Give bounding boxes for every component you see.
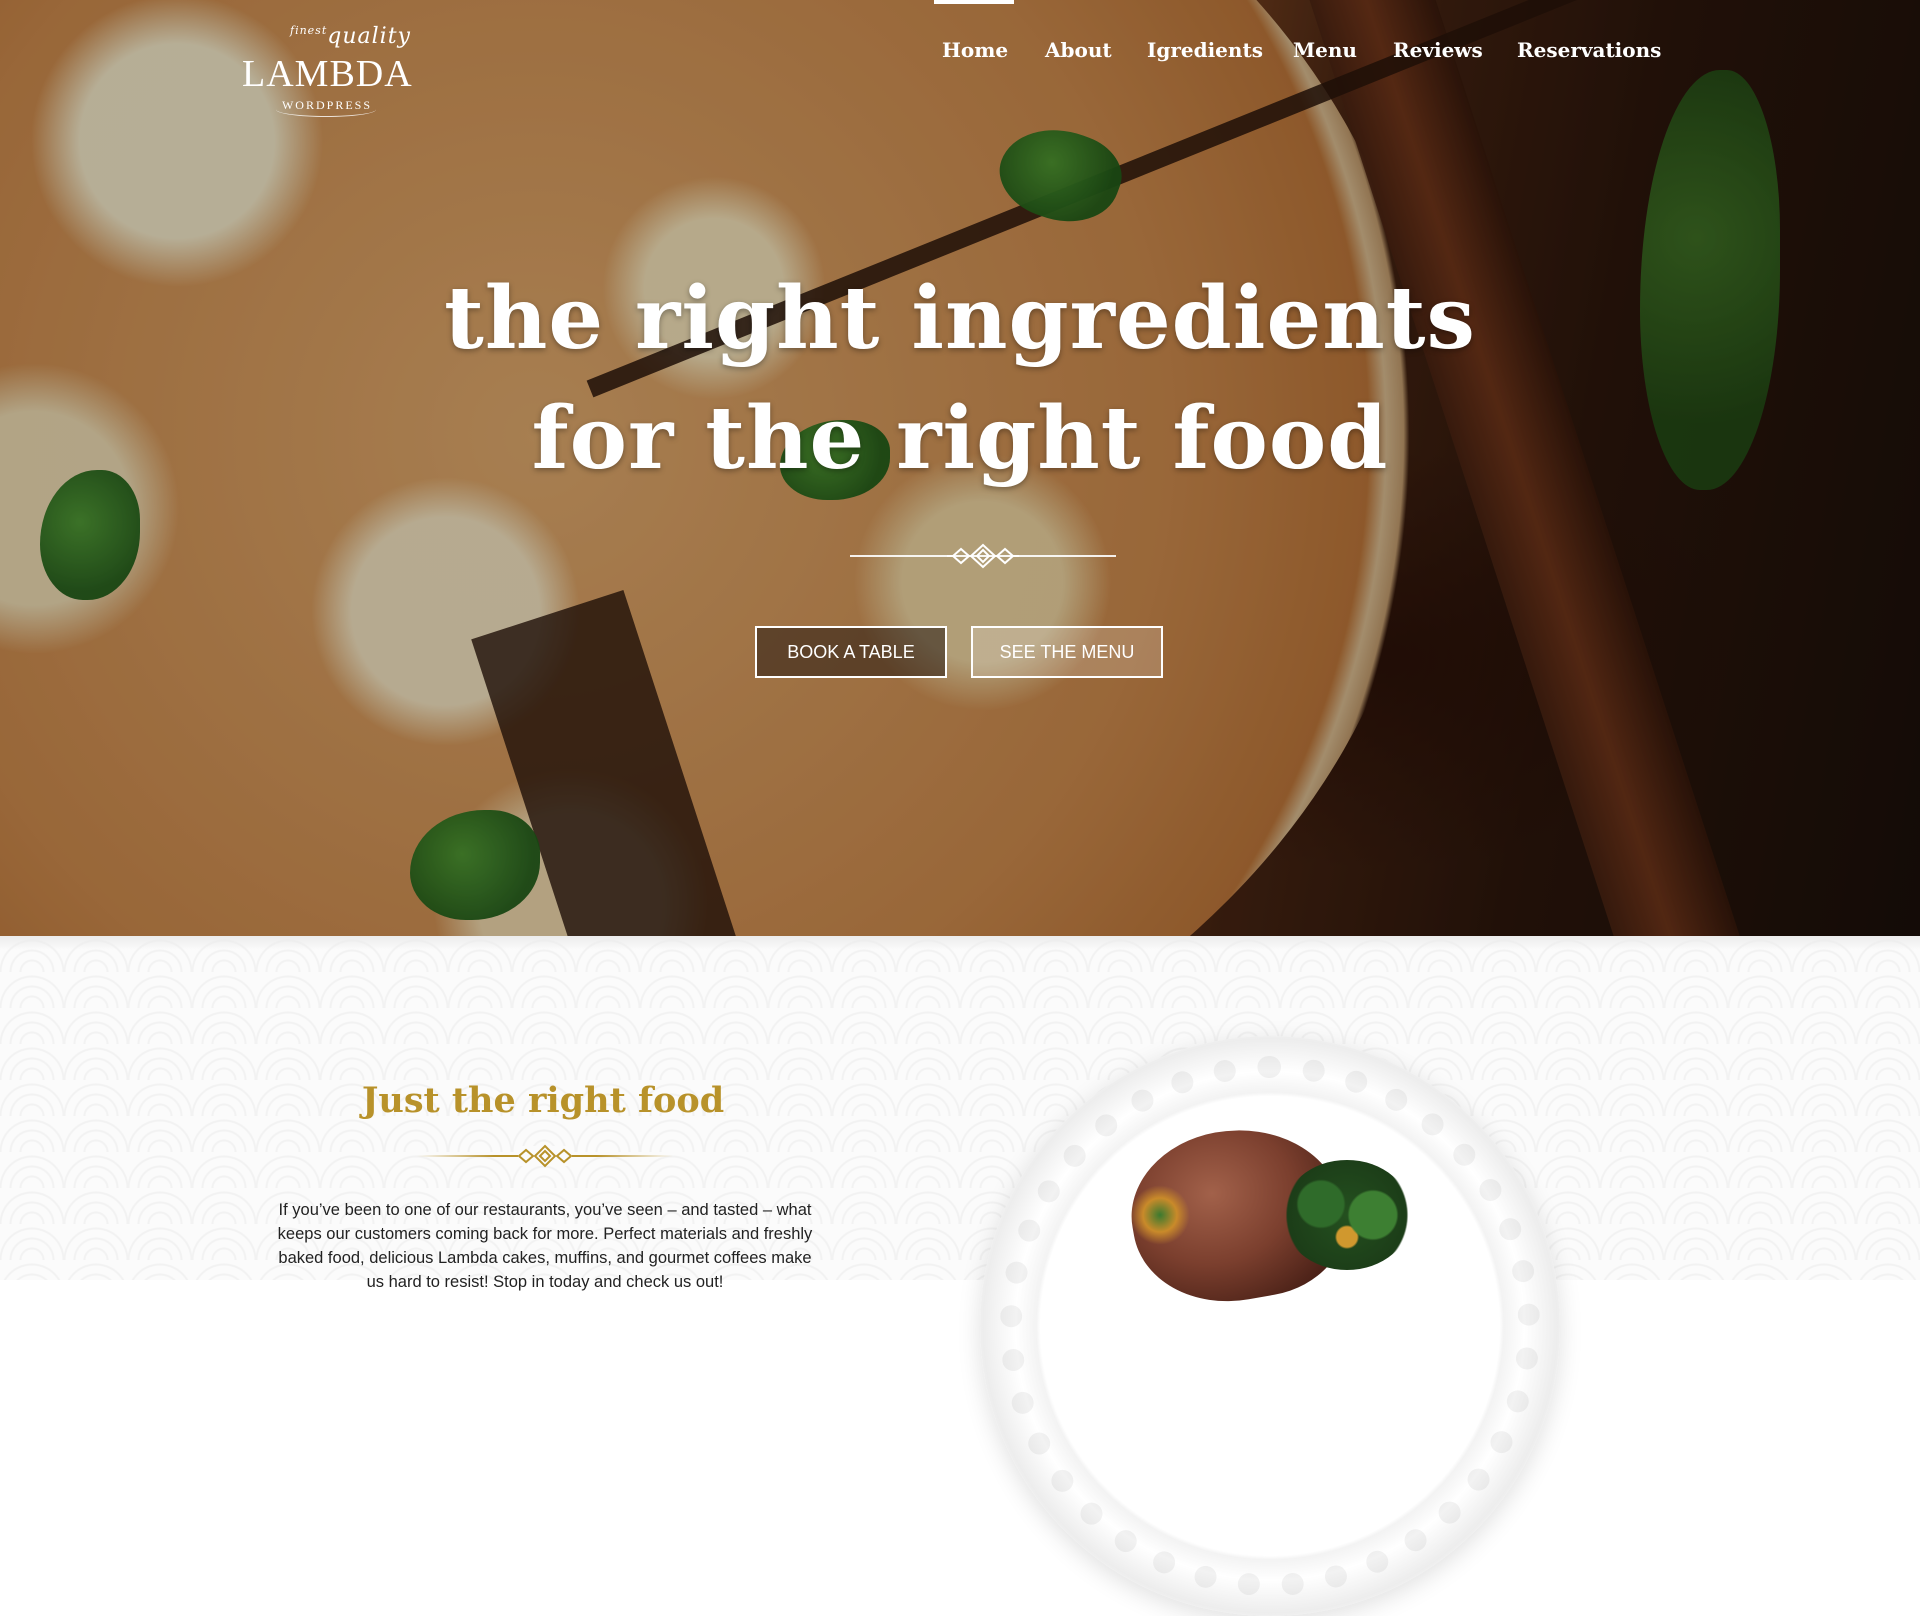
nav-item-reservations[interactable]: Reservations	[1517, 38, 1661, 62]
nav-item-home[interactable]: Home	[942, 38, 1008, 62]
ornament-icon	[517, 1144, 573, 1168]
book-table-button[interactable]: BOOK A TABLE	[755, 626, 947, 678]
nav-item-ingredients[interactable]: Igredients	[1147, 38, 1263, 62]
ornament-icon	[947, 543, 1019, 569]
see-menu-button[interactable]: SEE THE MENU	[971, 626, 1163, 678]
section-shadow	[0, 936, 1920, 950]
logo-brand: LAMBDA	[242, 53, 413, 95]
hero-section: finestquality LAMBDA WORDPRESS Home Abou…	[0, 0, 1920, 936]
nav-item-menu[interactable]: Menu	[1293, 38, 1357, 62]
nav-item-about[interactable]: About	[1045, 38, 1112, 62]
hero-headline-line1: the right ingredients	[444, 268, 1476, 369]
hero-divider	[850, 542, 1116, 570]
logo-tagline: finestquality	[290, 24, 411, 49]
hero-headline-line2: for the right food	[531, 388, 1389, 489]
vegetable-garnish	[1282, 1160, 1412, 1270]
logo-subtitle: WORDPRESS	[281, 98, 373, 112]
nav-active-indicator	[934, 0, 1014, 4]
section-divider	[417, 1142, 673, 1170]
site-logo[interactable]: finestquality LAMBDA WORDPRESS	[242, 14, 413, 117]
nav-item-reviews[interactable]: Reviews	[1393, 38, 1483, 62]
vegetable-garnish	[1130, 1185, 1190, 1245]
section-title: Just the right food	[361, 1080, 725, 1121]
